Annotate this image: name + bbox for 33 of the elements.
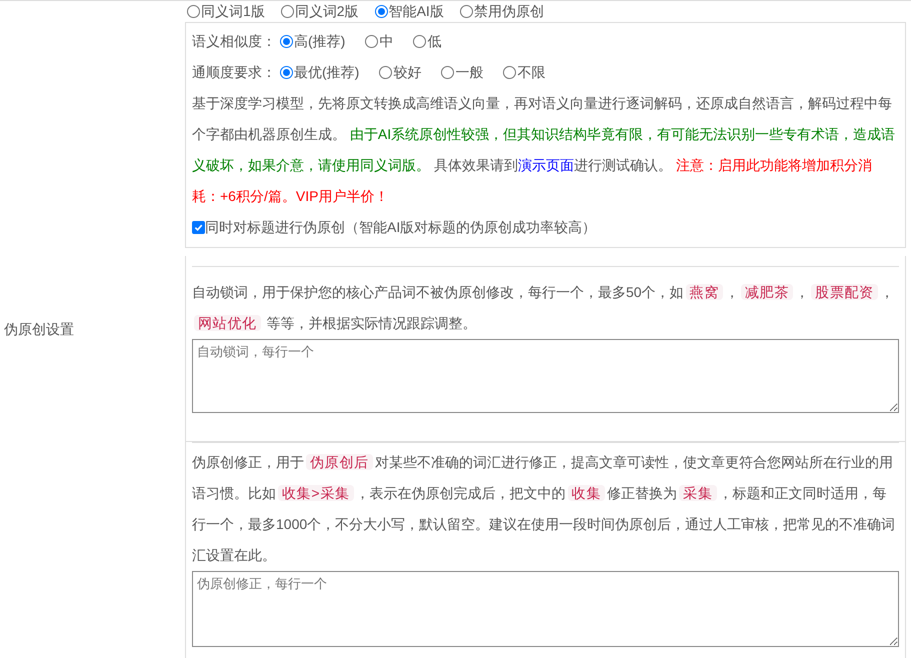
radio-button[interactable] <box>413 35 426 48</box>
radio-button[interactable] <box>280 35 293 48</box>
radio-button[interactable] <box>280 66 293 79</box>
corrections-field[interactable]: 伪原创修正，每行一个 <box>192 571 899 647</box>
option-label: 通顺度要求： <box>192 63 276 82</box>
radio-option[interactable]: 中 <box>365 31 394 52</box>
radio-button[interactable] <box>374 5 388 18</box>
settings-label: 伪原创设置 <box>3 320 74 339</box>
lock-words-field[interactable]: 自动锁词，每行一个 <box>192 339 899 413</box>
radio-button[interactable] <box>460 5 473 18</box>
radio-button[interactable] <box>503 66 516 79</box>
option-label: 语义相似度： <box>192 32 276 51</box>
corrections-description: 伪原创修正，用于 伪原创后 对某些不准确的词汇进行修正，提高文章可读性，使文章更符合您网站所在行业的用语习惯。比如 收集>采集 ，表示在伪原创完成后，把文中的 收集 修正替换为 采集 ，标题和正文同时适用，每行一个，最多1000个，不分大小写，默认留空。建议在使用一段时间伪原创后，通过人工审核，把常见的不准确词汇设置在此。 <box>192 453 896 565</box>
radio-option[interactable]: 高(推荐) <box>280 31 346 52</box>
radio-option[interactable]: 较好 <box>379 62 422 83</box>
radio-option[interactable]: 一般 <box>441 62 484 83</box>
demo-page-link[interactable]: 演示页面 <box>518 157 574 173</box>
radio-option[interactable]: 低 <box>413 31 442 52</box>
radio-option[interactable]: 同义词2版 <box>280 1 359 22</box>
checkbox-label: 同时对标题进行伪原创（智能AI版对标题的伪原创成功率较高） <box>205 218 596 237</box>
radio-button[interactable] <box>280 5 294 18</box>
radio-button[interactable] <box>187 5 200 18</box>
radio-button[interactable] <box>379 66 392 79</box>
radio-button[interactable] <box>441 66 454 79</box>
lock-words-description: 自动锁词，用于保护您的核心产品词不被伪原创修改，每行一个，最多50个，如 燕窝 ， 减肥茶 ， 股票配资 ， 网站优化 等等，并根据实际情况跟踪调整。 <box>192 283 895 333</box>
radio-option[interactable]: 禁用伪原创 <box>460 1 544 22</box>
ai-description: 基于深度学习模型，先将原文转换成高维语义向量，再对语义向量进行逐词解码，还原成自然语言，解码过程中每个字都由机器原创生成。 由于AI系统原创性较强，但其知识结构毕竟有限，有可能无法识别一些专有术语，造成语义破坏，如果介意，请使用同义词版。 具体效果请到演示页面进行测试确认。 注意：启用此功能将增加积分消耗：+6积分/篇。VIP用户半价！ <box>192 94 896 206</box>
radio-option[interactable]: 最优(推荐) <box>280 62 360 83</box>
checkbox[interactable] <box>192 221 205 234</box>
radio-option[interactable]: 智能AI版 <box>374 1 444 22</box>
radio-option[interactable]: 不限 <box>503 62 546 83</box>
radio-option[interactable]: 同义词1版 <box>187 1 265 22</box>
radio-button[interactable] <box>365 35 378 48</box>
